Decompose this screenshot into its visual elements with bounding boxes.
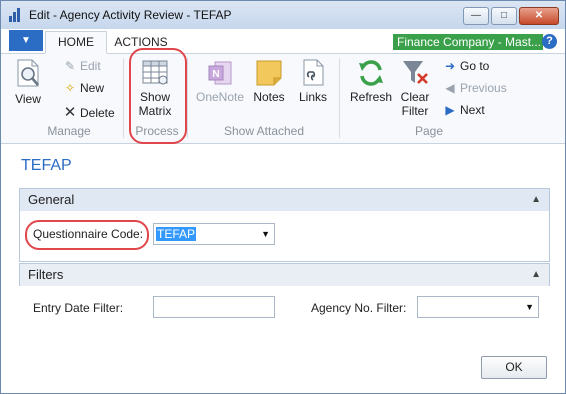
onenote-icon: N [208,61,232,85]
group-label-show-attached: Show Attached [223,124,305,138]
group-divider [187,58,188,138]
chevron-down-icon[interactable]: ▼ [525,297,534,317]
notes-icon [256,60,282,86]
onenote-label: OneNote [195,90,245,104]
ok-button[interactable]: OK [481,356,547,379]
onenote-button[interactable]: N OneNote [195,58,245,104]
refresh-icon [359,60,383,86]
agency-no-filter-label: Agency No. Filter: [311,301,407,315]
new-document-icon: ✧ [64,81,76,95]
help-icon[interactable]: ? [542,34,557,49]
general-section-header[interactable]: General ▲ [20,189,549,211]
page-title: TEFAP [21,157,72,174]
application-menu-button[interactable]: ▼ [9,30,43,51]
close-button[interactable]: ✕ [519,7,559,25]
next-label: Next [460,103,485,117]
group-label-manage: Manage [47,124,91,138]
general-section-title: General [28,192,75,207]
clear-filter-button[interactable]: Clear Filter [397,58,433,118]
go-to-button[interactable]: ➜ Go to [443,59,489,73]
clear-filter-icon [403,61,428,84]
delete-label: Delete [80,106,115,120]
refresh-button[interactable]: Refresh [347,58,395,104]
clear-filter-label-line2: Filter [401,104,429,118]
tab-home[interactable]: HOME [45,31,107,54]
filters-section-title: Filters [28,267,64,282]
questionnaire-label-highlight [25,220,149,250]
app-icon [9,8,23,22]
company-badge[interactable]: Finance Company - Mast... [393,34,543,50]
agency-no-filter-select[interactable]: ▼ [417,296,539,318]
show-matrix-highlight [129,48,187,144]
chevron-down-icon[interactable]: ▼ [261,224,270,244]
entry-date-filter-label: Entry Date Filter: [33,301,124,315]
notes-label: Notes [253,90,285,104]
links-button[interactable]: Links [295,58,331,104]
delete-x-icon: ✕ [63,104,77,121]
new-label: New [80,81,105,95]
ribbon: View ✎ Edit ✧ New ✕ Delete Manage Show Ma [1,48,565,144]
group-divider [339,58,340,138]
pencil-icon: ✎ [64,59,76,73]
triangle-left-icon: ◀ [445,81,455,95]
refresh-label: Refresh [349,90,393,104]
ribbon-tabs: ▼ HOME ACTIONS Finance Company - Mast...… [1,29,565,54]
group-divider [123,58,124,138]
go-to-label: Go to [460,59,490,73]
previous-label: Previous [460,81,507,95]
triangle-right-icon: ▶ [445,103,455,117]
view-button[interactable]: View [11,58,45,106]
arrow-right-icon: ➜ [444,59,456,73]
edit-button[interactable]: ✎ Edit [63,59,101,73]
maximize-button[interactable]: □ [491,7,517,25]
filters-section: Filters ▲ [19,263,550,286]
questionnaire-code-value: TEFAP [156,227,197,241]
links-label: Links [298,90,327,104]
dialog-window: Edit - Agency Activity Review - TEFAP — … [0,0,566,394]
previous-button[interactable]: ◀ Previous [443,81,507,95]
notes-button[interactable]: Notes [251,58,287,104]
view-label: View [15,92,41,106]
links-icon [303,59,324,86]
group-label-page: Page [414,124,444,138]
chevron-up-icon[interactable]: ▲ [531,264,541,286]
new-button[interactable]: ✧ New [63,81,104,95]
svg-text:N: N [212,69,219,80]
chevron-up-icon[interactable]: ▲ [531,189,541,211]
edit-label: Edit [80,59,101,73]
questionnaire-code-select[interactable]: TEFAP ▼ [153,223,275,245]
view-icon [17,59,39,87]
minimize-button[interactable]: — [463,7,489,25]
window-title: Edit - Agency Activity Review - TEFAP [29,8,232,22]
title-bar: Edit - Agency Activity Review - TEFAP — … [1,1,565,29]
entry-date-filter-input[interactable] [153,296,275,318]
next-button[interactable]: ▶ Next [443,103,485,117]
clear-filter-label-line1: Clear [400,90,430,104]
delete-button[interactable]: ✕ Delete [63,103,115,121]
filters-section-header[interactable]: Filters ▲ [20,264,549,286]
